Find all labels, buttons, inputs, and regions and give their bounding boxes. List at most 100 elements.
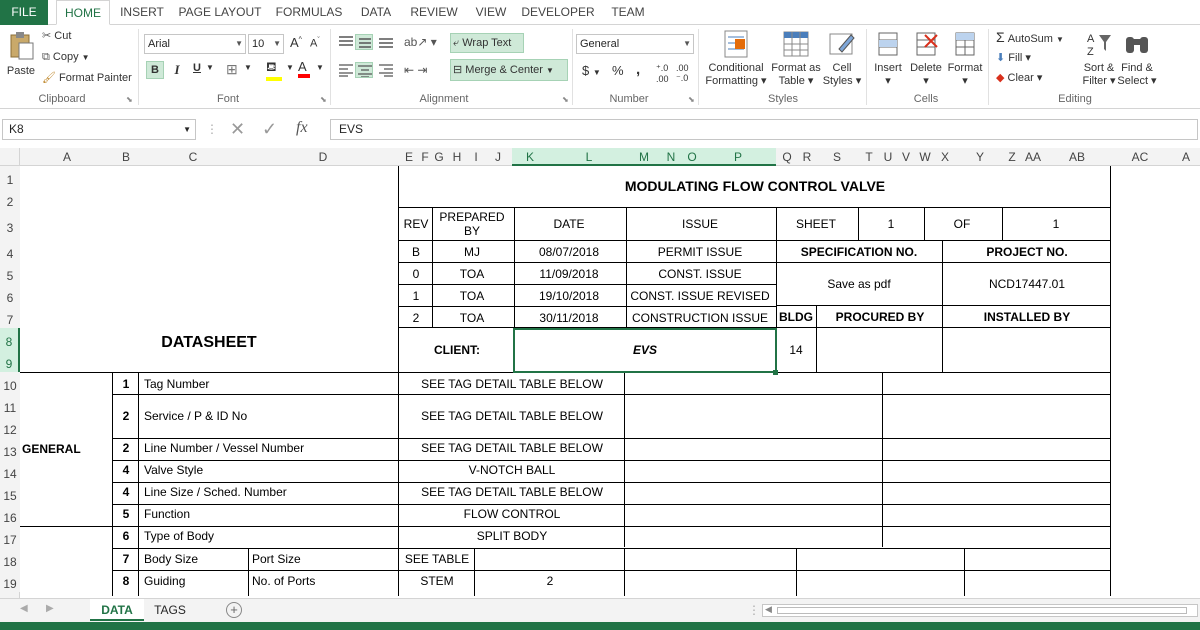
insert-function-icon[interactable]: fx xyxy=(296,119,308,137)
sheet-label[interactable]: SHEET xyxy=(776,208,856,239)
format-as-table-button[interactable]: Format as Table ▾ xyxy=(770,29,822,87)
align-center-icon[interactable] xyxy=(355,62,373,78)
column-header[interactable]: Y xyxy=(956,148,1004,166)
item-label[interactable]: Function xyxy=(144,504,394,524)
sheet-tab-data[interactable]: DATA xyxy=(90,599,144,621)
column-header[interactable]: AB xyxy=(1046,148,1108,166)
fill-handle[interactable] xyxy=(773,370,778,375)
revision-date-cell[interactable]: 11/09/2018 xyxy=(514,263,624,284)
italic-button[interactable]: I xyxy=(170,62,184,78)
column-header[interactable]: G xyxy=(432,148,446,166)
revision-date-cell[interactable]: 19/10/2018 xyxy=(514,285,624,306)
bold-button[interactable]: B xyxy=(146,61,164,79)
tab-team[interactable]: TEAM xyxy=(604,0,652,25)
fill-color-button[interactable]: ⛾ xyxy=(266,59,282,81)
revision-by-cell[interactable]: TOA xyxy=(432,307,512,328)
clear-button[interactable]: ◆ Clear ▾ xyxy=(996,71,1042,84)
column-header[interactable]: N xyxy=(658,148,684,166)
issue-header[interactable]: ISSUE xyxy=(626,208,774,239)
item-number[interactable]: 4 xyxy=(114,482,138,502)
item-value[interactable]: SEE TAG DETAIL TABLE BELOW xyxy=(400,374,624,394)
client-label[interactable]: CLIENT: xyxy=(400,328,514,372)
row-header[interactable]: 10 xyxy=(0,372,20,394)
bldg-value[interactable]: 14 xyxy=(776,328,816,372)
delete-cells-button[interactable]: Delete ▾ xyxy=(908,29,944,87)
column-header[interactable]: AA xyxy=(1020,148,1046,166)
spec-label[interactable]: SPECIFICATION NO. xyxy=(776,241,942,262)
row-header[interactable]: 11 xyxy=(0,394,20,416)
paste-button[interactable]: Paste xyxy=(4,29,38,89)
grow-font-button[interactable]: A^ xyxy=(290,35,302,50)
enter-icon[interactable]: ✓ xyxy=(262,119,277,140)
column-header[interactable]: AC xyxy=(1108,148,1172,166)
column-header[interactable]: I xyxy=(468,148,484,166)
revision-by-cell[interactable]: TOA xyxy=(432,285,512,306)
item-sub-label[interactable]: Port Size xyxy=(252,548,398,569)
row-header[interactable]: 7 xyxy=(0,306,20,328)
row-header[interactable]: 16 xyxy=(0,504,20,526)
item-value[interactable]: SEE TAG DETAIL TABLE BELOW xyxy=(400,396,624,436)
name-box[interactable]: K8 ▼ xyxy=(2,119,196,140)
tab-review[interactable]: REVIEW xyxy=(406,0,462,25)
bldg-label[interactable]: BLDG xyxy=(776,306,816,327)
project-label[interactable]: PROJECT NO. xyxy=(944,241,1110,262)
column-header[interactable]: U xyxy=(880,148,896,166)
autosum-button[interactable]: Σ AutoSum ▼ xyxy=(996,29,1064,45)
column-header[interactable]: S xyxy=(816,148,858,166)
row-header[interactable]: 4 xyxy=(0,240,20,262)
chevron-down-icon[interactable]: ▼ xyxy=(206,63,214,72)
of-number[interactable]: 1 xyxy=(1002,208,1110,239)
revision-issue-cell[interactable]: CONST. ISSUE REVISED xyxy=(626,285,774,306)
chevron-down-icon[interactable]: ▼ xyxy=(286,63,294,72)
add-sheet-button[interactable]: + xyxy=(226,602,242,618)
shrink-font-button[interactable]: Aˇ xyxy=(310,37,320,50)
sheet-tab-tags[interactable]: TAGS xyxy=(146,599,194,621)
comma-button[interactable]: , xyxy=(636,61,640,78)
conditional-formatting-button[interactable]: Conditional Formatting ▾ xyxy=(704,29,768,87)
item-number[interactable]: 2 xyxy=(114,396,138,436)
row-header[interactable]: 9 xyxy=(0,350,20,372)
item-value[interactable]: SPLIT BODY xyxy=(400,526,624,546)
wrap-text-button[interactable]: ⤶ Wrap Text xyxy=(450,33,524,53)
project-value[interactable]: NCD17447.01 xyxy=(944,264,1110,304)
worksheet-grid[interactable]: MODULATING FLOW CONTROL VALVE DATASHEET … xyxy=(20,166,1200,598)
item-number[interactable]: 7 xyxy=(114,548,138,569)
cancel-icon[interactable]: ✕ xyxy=(230,119,245,140)
row-header[interactable]: 5 xyxy=(0,262,20,284)
item-number[interactable]: 6 xyxy=(114,526,138,546)
copy-button[interactable]: ⧉ Copy ▼ xyxy=(42,51,90,64)
item-number[interactable]: 1 xyxy=(114,374,138,394)
column-header[interactable]: R xyxy=(798,148,816,166)
spec-value[interactable]: Save as pdf xyxy=(776,264,942,304)
column-header[interactable]: T xyxy=(858,148,880,166)
item-value[interactable]: SEE TAG DETAIL TABLE BELOW xyxy=(400,482,624,502)
decrease-decimal-icon[interactable]: .00 ⁻.0 xyxy=(676,63,689,84)
number-format-combo[interactable]: General ▼ xyxy=(576,34,694,54)
revision-date-cell[interactable]: 30/11/2018 xyxy=(514,307,624,328)
row-header[interactable]: 6 xyxy=(0,284,20,306)
item-label[interactable]: Line Size / Sched. Number xyxy=(144,482,394,502)
column-header[interactable]: P xyxy=(700,148,776,166)
item-value[interactable]: SEE TABLE xyxy=(400,548,474,569)
revision-rev-cell[interactable]: 0 xyxy=(400,263,432,284)
item-sub-label[interactable]: No. of Ports xyxy=(252,570,398,591)
row-header[interactable]: 2 xyxy=(0,188,20,210)
align-bottom-icon[interactable] xyxy=(378,35,394,49)
item-label[interactable]: Line Number / Vessel Number xyxy=(144,438,394,458)
column-header[interactable]: E xyxy=(400,148,418,166)
scrollbar-thumb[interactable] xyxy=(777,607,1187,614)
row-header[interactable]: 19 xyxy=(0,570,20,592)
scroll-left-arrow-icon[interactable]: ◀ xyxy=(765,604,772,615)
align-top-icon[interactable] xyxy=(338,35,354,49)
item-value[interactable]: SEE TAG DETAIL TABLE BELOW xyxy=(400,438,624,458)
item-number[interactable]: 4 xyxy=(114,460,138,480)
item-value[interactable]: V-NOTCH BALL xyxy=(400,460,624,480)
increase-decimal-icon[interactable]: ⁺.0.00 xyxy=(656,63,669,84)
revision-rev-cell[interactable]: 2 xyxy=(400,307,432,328)
item-label[interactable]: Type of Body xyxy=(144,526,394,546)
find-select-button[interactable]: Find & Select ▾ xyxy=(1116,29,1158,87)
align-left-icon[interactable] xyxy=(338,63,354,77)
column-header[interactable]: J xyxy=(484,148,512,166)
tab-file[interactable]: FILE xyxy=(0,0,48,25)
column-header[interactable]: V xyxy=(896,148,916,166)
